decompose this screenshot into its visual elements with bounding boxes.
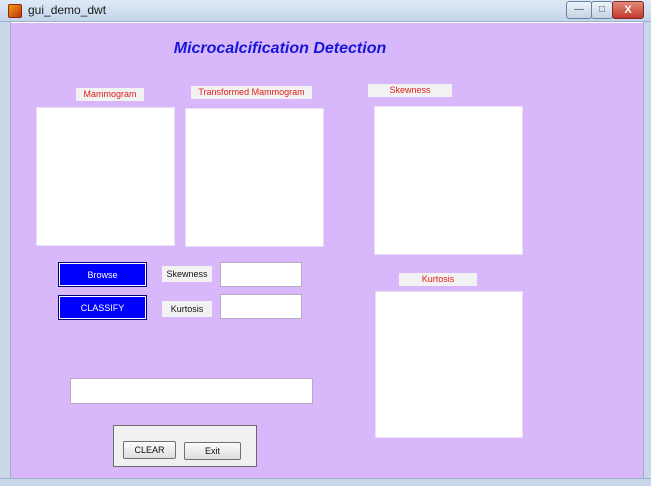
kurtosis-value-field[interactable]: [220, 294, 302, 319]
window-title: gui_demo_dwt: [28, 3, 107, 17]
page-title: Microcalcification Detection: [173, 40, 387, 57]
skewness-axes: [374, 106, 523, 255]
kurtosis-plot-label: Kurtosis: [399, 273, 477, 286]
matlab-app-icon: [8, 4, 22, 18]
exit-button[interactable]: Exit: [184, 442, 241, 460]
classify-button[interactable]: CLASSIFY: [58, 295, 147, 320]
transformed-mammogram-axes: [185, 108, 324, 247]
result-field[interactable]: [70, 378, 313, 404]
skewness-plot-label: Skewness: [368, 84, 452, 97]
minimize-icon[interactable]: —: [566, 1, 592, 19]
transformed-mammogram-label: Transformed Mammogram: [191, 86, 312, 99]
window-frame-bottom: [0, 478, 651, 486]
kurtosis-axes: [375, 291, 523, 438]
mammogram-axes: [36, 107, 175, 246]
window-frame-right: [643, 22, 651, 486]
window-frame-left: [0, 22, 11, 486]
skewness-value-field[interactable]: [220, 262, 302, 287]
title-bar[interactable]: gui_demo_dwt — □ X: [0, 0, 651, 22]
browse-button[interactable]: Browse: [58, 262, 147, 287]
clear-button[interactable]: CLEAR: [123, 441, 176, 459]
skewness-text-label: Skewness: [162, 266, 212, 282]
mammogram-label: Mammogram: [76, 88, 144, 101]
close-icon[interactable]: X: [612, 1, 644, 19]
kurtosis-text-label: Kurtosis: [162, 301, 212, 317]
maximize-icon[interactable]: □: [591, 1, 613, 19]
